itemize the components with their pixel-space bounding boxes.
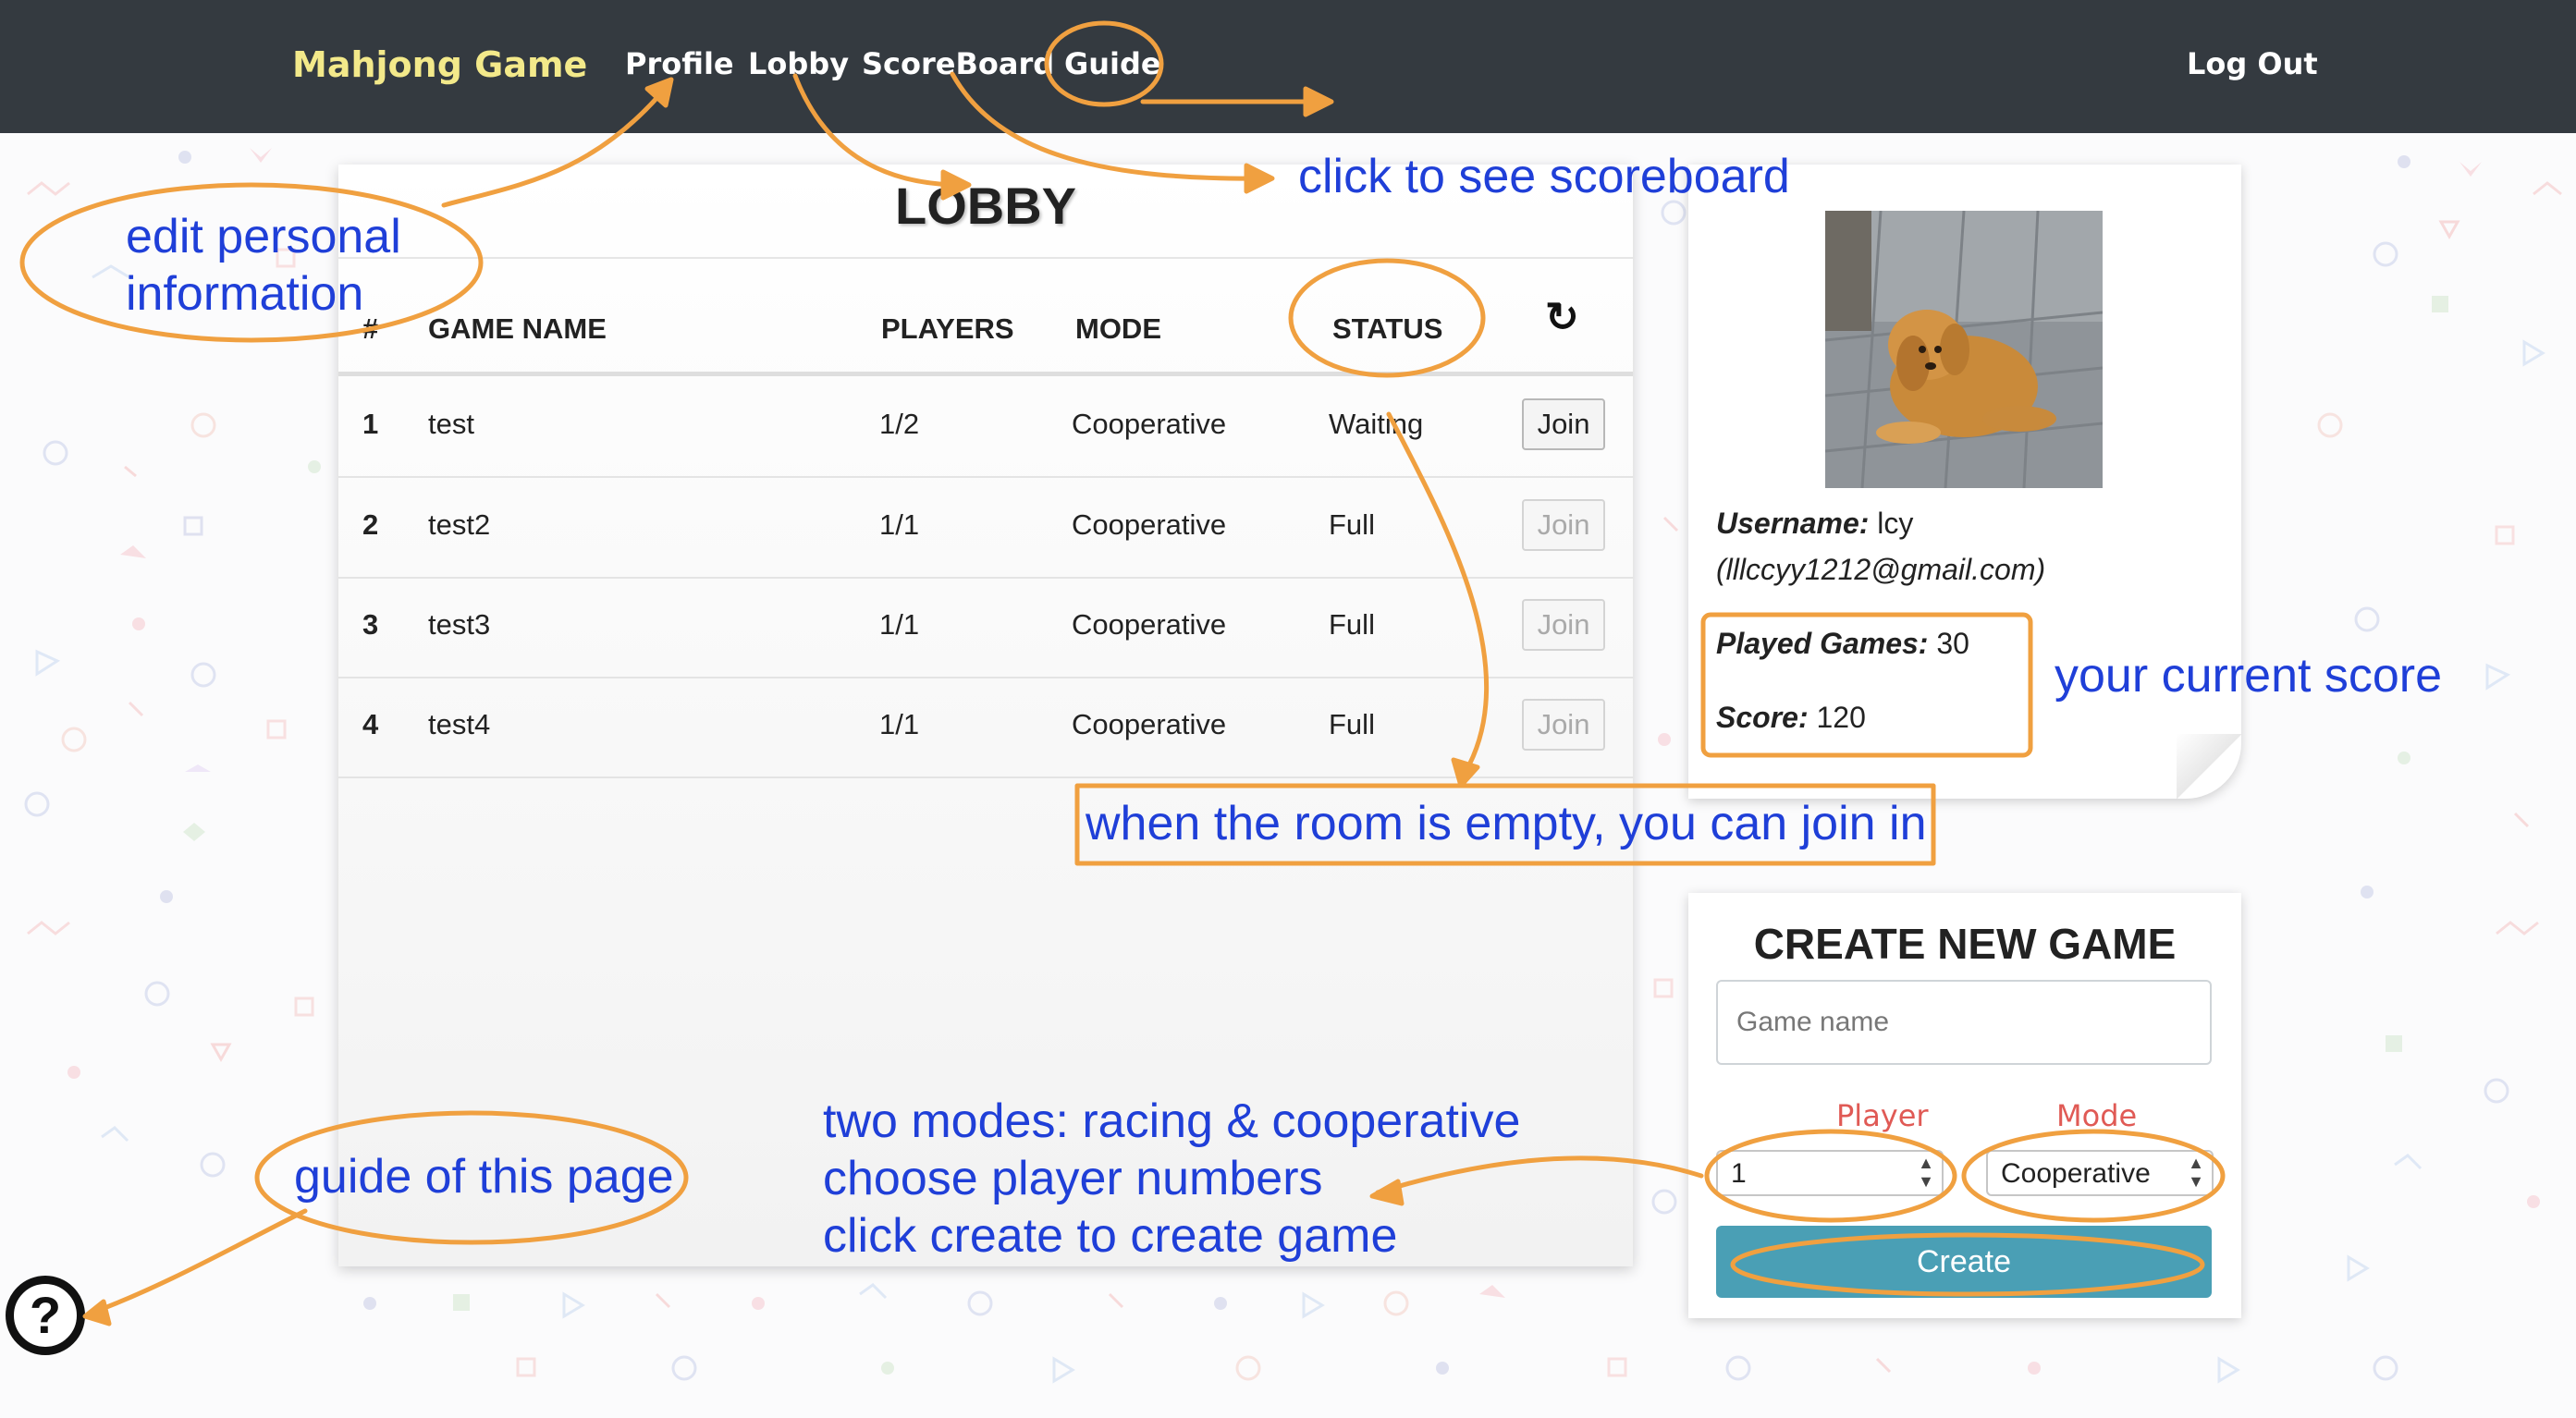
- annotation-modes: two modes: racing & cooperative choose p…: [823, 1093, 1520, 1265]
- column-header-players: PLAYERS: [881, 312, 1014, 345]
- email-value: (lllccyy1212@gmail.com): [1716, 553, 2046, 586]
- top-navbar: Mahjong Game Profile Lobby ScoreBoard Gu…: [0, 0, 2576, 133]
- logout-link[interactable]: Log Out: [2187, 46, 2318, 81]
- game-mode: Cooperative: [1072, 408, 1227, 440]
- annotation-current-score: your current score: [2055, 649, 2443, 703]
- player-label: Player: [1836, 1098, 1929, 1133]
- join-button: Join: [1522, 699, 1605, 751]
- player-count: 1/1: [879, 508, 920, 541]
- avatar: [1825, 211, 2103, 488]
- game-status: Full: [1329, 508, 1375, 541]
- username-value: lcy: [1877, 507, 1914, 540]
- game-name: test2: [428, 508, 491, 541]
- table-row: 4 test4 1/1 Cooperative Full Join: [338, 677, 1633, 778]
- column-header-game-name: GAME NAME: [428, 312, 607, 345]
- played-games-label: Played Games:: [1716, 627, 1929, 660]
- row-number: 4: [362, 708, 379, 740]
- join-button: Join: [1522, 499, 1605, 551]
- mode-select-value: Cooperative: [2001, 1158, 2151, 1189]
- mode-label: Mode: [2056, 1098, 2138, 1133]
- played-games-value: 30: [1936, 627, 1969, 660]
- stepper-arrows-icon: ▲ ▼: [1918, 1154, 1934, 1191]
- annotation-modes-line2: choose player numbers: [823, 1152, 1323, 1205]
- player-count: 1/1: [879, 608, 920, 641]
- score-value: 120: [1816, 701, 1866, 734]
- mode-select[interactable]: Cooperative ▲ ▼: [1986, 1150, 2214, 1196]
- row-number: 3: [362, 608, 379, 641]
- username-line: Username: lcy: [1716, 507, 1913, 541]
- annotation-edit-profile: edit personal information: [126, 208, 401, 323]
- refresh-icon[interactable]: ↻: [1545, 294, 1579, 341]
- dropdown-arrows-icon: ▲ ▼: [2188, 1154, 2204, 1191]
- player-select-value: 1: [1731, 1158, 1747, 1189]
- game-name: test: [428, 408, 474, 440]
- nav-link-scoreboard[interactable]: ScoreBoard: [862, 46, 1054, 81]
- column-header-mode: MODE: [1075, 312, 1161, 345]
- score-line: Score: 120: [1716, 701, 1866, 735]
- annotation-edit-profile-line2: information: [126, 267, 364, 321]
- join-button[interactable]: Join: [1522, 398, 1605, 450]
- create-game-card: CREATE NEW GAME Player Mode 1 ▲▼ Coopera…: [1688, 893, 2241, 1318]
- player-count: 1/2: [879, 408, 920, 440]
- create-game-title: CREATE NEW GAME: [1753, 920, 2177, 968]
- table-row: 1 test 1/2 Cooperative Waiting Join: [338, 376, 1633, 478]
- game-name-input[interactable]: [1716, 980, 2212, 1065]
- game-name: test4: [428, 708, 491, 740]
- game-status: Full: [1329, 708, 1375, 740]
- annotation-join: when the room is empty, you can join in: [1086, 797, 1927, 850]
- played-games-line: Played Games: 30: [1716, 627, 1969, 661]
- title-divider: [338, 257, 1633, 259]
- game-mode: Cooperative: [1072, 608, 1227, 641]
- game-status: Full: [1329, 608, 1375, 641]
- help-question-icon[interactable]: ?: [6, 1276, 85, 1355]
- column-header-status: STATUS: [1332, 312, 1443, 345]
- username-label: Username:: [1716, 507, 1870, 540]
- join-button: Join: [1522, 599, 1605, 651]
- nav-link-guide[interactable]: Guide: [1064, 46, 1161, 81]
- nav-link-profile[interactable]: Profile: [625, 46, 734, 81]
- brand-logo[interactable]: Mahjong Game: [292, 44, 587, 85]
- game-mode: Cooperative: [1072, 508, 1227, 541]
- annotation-scoreboard: click to see scoreboard: [1298, 150, 1790, 203]
- player-number-select[interactable]: 1 ▲ ▼: [1716, 1150, 1944, 1196]
- annotation-modes-line1: two modes: racing & cooperative: [823, 1094, 1521, 1148]
- row-number: 2: [362, 508, 379, 541]
- row-number: 1: [362, 408, 379, 440]
- game-name: test3: [428, 608, 491, 641]
- nav-link-lobby[interactable]: Lobby: [748, 46, 849, 81]
- create-button[interactable]: Create: [1716, 1226, 2212, 1298]
- table-row: 2 test2 1/1 Cooperative Full Join: [338, 477, 1633, 579]
- player-count: 1/1: [879, 708, 920, 740]
- page-curl: [2177, 734, 2241, 799]
- game-mode: Cooperative: [1072, 708, 1227, 740]
- game-status: Waiting: [1329, 408, 1424, 440]
- table-row: 3 test3 1/1 Cooperative Full Join: [338, 577, 1633, 678]
- score-label: Score:: [1716, 701, 1809, 734]
- annotation-edit-profile-line1: edit personal: [126, 210, 401, 263]
- annotation-modes-line3: click create to create game: [823, 1209, 1398, 1263]
- annotation-guide: guide of this page: [294, 1150, 674, 1204]
